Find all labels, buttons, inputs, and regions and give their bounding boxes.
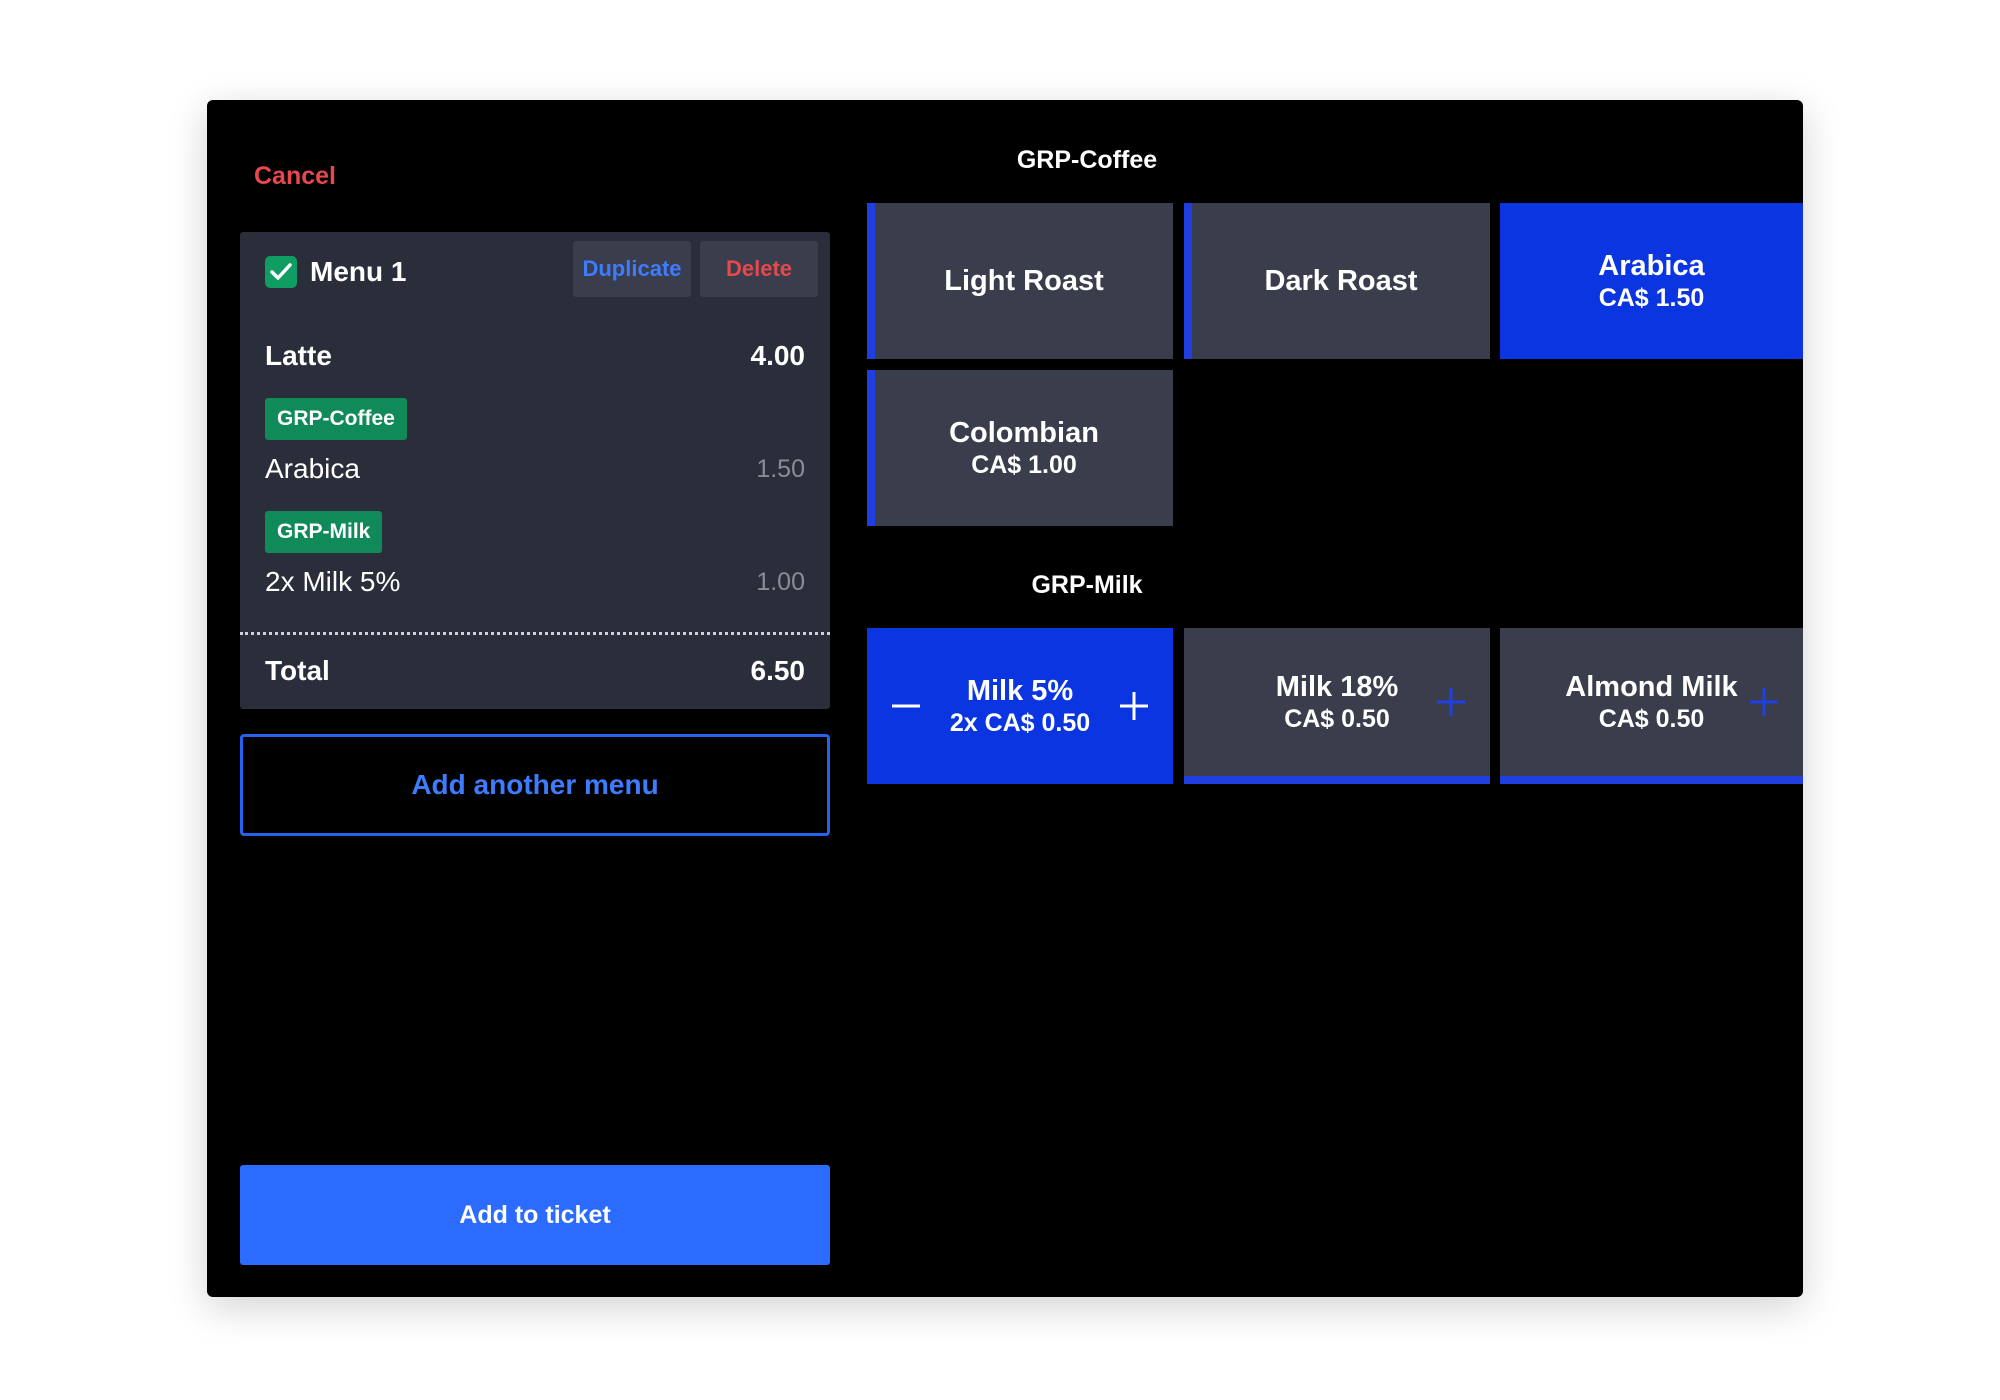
menu-header: Menu 1 Duplicate Delete (240, 232, 830, 306)
add-another-menu-button[interactable]: Add another menu (240, 734, 830, 836)
main-item-name: Latte (265, 340, 332, 371)
option-almond-milk[interactable]: Almond Milk CA$ 0.50 (1500, 628, 1803, 784)
plus-icon[interactable] (1117, 689, 1151, 723)
modifier-price: 1.50 (756, 454, 805, 483)
modifier-name: 2x Milk 5% (265, 566, 401, 597)
option-name: Light Roast (944, 265, 1104, 297)
modifier-group-tag: GRP-Milk (265, 511, 383, 553)
option-name: Colombian (949, 417, 1099, 449)
option-colombian[interactable]: Colombian CA$ 1.00 (867, 370, 1173, 526)
option-price: 2x CA$ 0.50 (949, 709, 1091, 737)
menu-checkbox[interactable] (265, 256, 297, 288)
option-name: Milk 18% (1275, 671, 1399, 703)
group-title-coffee: GRP-Coffee (1016, 146, 1158, 174)
modifier-group-tag: GRP-Coffee (265, 398, 407, 440)
option-dark-roast[interactable]: Dark Roast (1184, 203, 1490, 359)
main-item-price: 4.00 (750, 340, 806, 371)
duplicate-button[interactable]: Duplicate (573, 241, 691, 297)
option-milk-5[interactable]: Milk 5% 2x CA$ 0.50 (867, 628, 1173, 784)
option-price: CA$ 0.50 (1598, 705, 1705, 733)
total-row: Total 6.50 (265, 655, 805, 687)
menu-name: Menu 1 (310, 256, 407, 287)
modifier-row: Arabica 1.50 (265, 453, 805, 485)
option-name: Dark Roast (1264, 265, 1418, 297)
modifier-name: Arabica (265, 453, 360, 484)
total-label: Total (265, 655, 330, 686)
main-item-row: Latte 4.00 (265, 340, 805, 372)
minus-icon[interactable] (889, 689, 923, 723)
option-light-roast[interactable]: Light Roast (867, 203, 1173, 359)
delete-button[interactable]: Delete (700, 241, 818, 297)
dotted-divider (240, 632, 830, 635)
pos-modifier-screen: Cancel Menu 1 Duplicate Delete Latte 4.0… (207, 100, 1803, 1297)
option-price: CA$ 1.50 (1598, 284, 1705, 312)
modifier-price: 1.00 (756, 567, 805, 596)
option-arabica[interactable]: Arabica CA$ 1.50 (1500, 203, 1803, 359)
menu-card: Menu 1 Duplicate Delete Latte 4.00 GRP-C… (240, 232, 830, 709)
cancel-button[interactable]: Cancel (254, 162, 336, 191)
option-price: CA$ 0.50 (1284, 705, 1390, 733)
option-name: Almond Milk (1565, 671, 1738, 703)
add-to-ticket-button[interactable]: Add to ticket (240, 1165, 830, 1265)
modifier-row: 2x Milk 5% 1.00 (265, 566, 805, 598)
total-value: 6.50 (750, 655, 806, 686)
plus-icon[interactable] (1747, 685, 1781, 719)
option-price: CA$ 1.00 (971, 451, 1077, 479)
option-name: Arabica (1598, 250, 1705, 282)
option-name: Milk 5% (966, 675, 1074, 707)
group-title-milk: GRP-Milk (1031, 571, 1143, 599)
option-milk-18[interactable]: Milk 18% CA$ 0.50 (1184, 628, 1490, 784)
plus-icon[interactable] (1434, 685, 1468, 719)
check-icon (270, 263, 292, 280)
